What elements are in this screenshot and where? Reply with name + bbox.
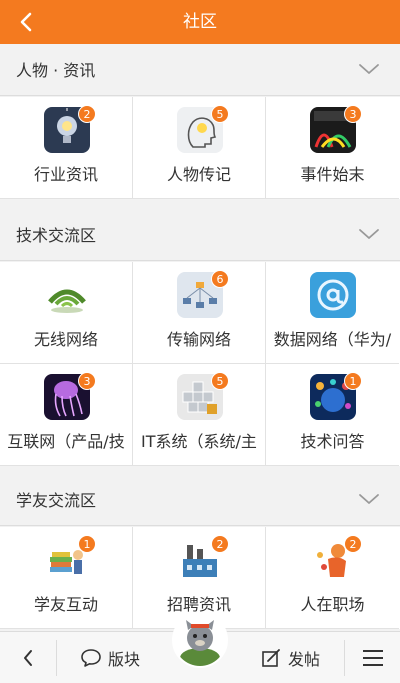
count-badge: 5 — [211, 105, 229, 123]
section-title: 人物 · 资讯 — [16, 61, 96, 80]
count-badge: 6 — [211, 270, 229, 288]
section-header-classmates[interactable]: 学友交流区 — [0, 476, 400, 526]
forum-section-label: 版块 — [107, 650, 140, 669]
forum-section-button[interactable]: 版块 — [60, 632, 160, 683]
forum-item-label: 数据网络（华为/ — [273, 330, 392, 349]
forum-item-label: 技术问答 — [300, 432, 365, 451]
forum-item-label: 互联网（产品/技 — [7, 432, 125, 451]
chevron-left-icon — [24, 650, 32, 666]
count-badge: 2 — [344, 535, 362, 553]
section-header-tech[interactable]: 技术交流区 — [0, 211, 400, 261]
forum-item[interactable]: 6 传输网络 — [133, 262, 266, 364]
count-badge: 1 — [344, 372, 362, 390]
avatar[interactable] — [172, 612, 228, 668]
count-badge: 1 — [78, 535, 96, 553]
at-icon — [310, 272, 356, 318]
forum-item[interactable]: 无线网络 — [0, 262, 133, 364]
section-title: 学友交流区 — [16, 491, 97, 510]
forum-item[interactable]: 2 行业资讯 — [0, 97, 133, 199]
cartoon-wolf-icon — [174, 614, 226, 666]
forum-item[interactable]: 2 人在职场 — [266, 527, 399, 629]
back-button[interactable] — [6, 0, 46, 44]
forum-item-label: IT系统（系统/主 — [141, 432, 257, 451]
hamburger-menu-icon — [363, 650, 383, 666]
forum-item-label: 人物传记 — [166, 165, 231, 184]
count-badge: 5 — [211, 372, 229, 390]
new-post-label: 发帖 — [287, 650, 320, 669]
divider — [344, 640, 345, 676]
forum-item-label: 学友互动 — [33, 595, 98, 614]
forum-item[interactable]: 5 IT系统（系统/主 — [133, 364, 266, 466]
count-badge: 3 — [78, 372, 96, 390]
forum-item-label: 传输网络 — [166, 330, 231, 349]
section-header-people-news[interactable]: 人物 · 资讯 — [0, 46, 400, 96]
forum-item[interactable]: 3 互联网（产品/技 — [0, 364, 133, 466]
count-badge: 3 — [344, 105, 362, 123]
forum-item[interactable]: 1 技术问答 — [266, 364, 399, 466]
forum-item[interactable]: 数据网络（华为/ — [266, 262, 399, 364]
chevron-down-icon — [359, 64, 379, 74]
section-grid-tech: 无线网络 6 传输网络 数据网络（华为/ 3 互联网（产品/技 5 IT系统（系… — [0, 262, 400, 466]
forum-item[interactable]: 5 人物传记 — [133, 97, 266, 199]
count-badge: 2 — [211, 535, 229, 553]
forum-item-label: 无线网络 — [33, 330, 98, 349]
forum-item[interactable]: 1 学友互动 — [0, 527, 133, 629]
page-title: 社区 — [183, 12, 217, 32]
forum-item[interactable]: 3 事件始末 — [266, 97, 399, 199]
top-bar: 社区 — [0, 0, 400, 44]
new-post-button[interactable]: 发帖 — [240, 632, 340, 683]
chat-bubble-icon — [81, 649, 101, 667]
compose-icon — [262, 649, 280, 667]
count-badge: 2 — [78, 105, 96, 123]
chevron-left-icon — [20, 12, 32, 32]
divider — [56, 640, 57, 676]
forum-item-label: 人在职场 — [300, 595, 365, 614]
wireless-icon — [44, 272, 90, 318]
chevron-down-icon — [359, 494, 379, 504]
forum-item-label: 事件始末 — [300, 165, 365, 184]
forum-item-label: 行业资讯 — [33, 165, 98, 184]
chevron-down-icon — [359, 229, 379, 239]
section-title: 技术交流区 — [16, 226, 97, 245]
section-grid-people-news: 2 行业资讯 5 人物传记 3 事件始末 — [0, 97, 400, 199]
prev-button[interactable] — [0, 632, 56, 683]
menu-button[interactable] — [346, 632, 400, 683]
